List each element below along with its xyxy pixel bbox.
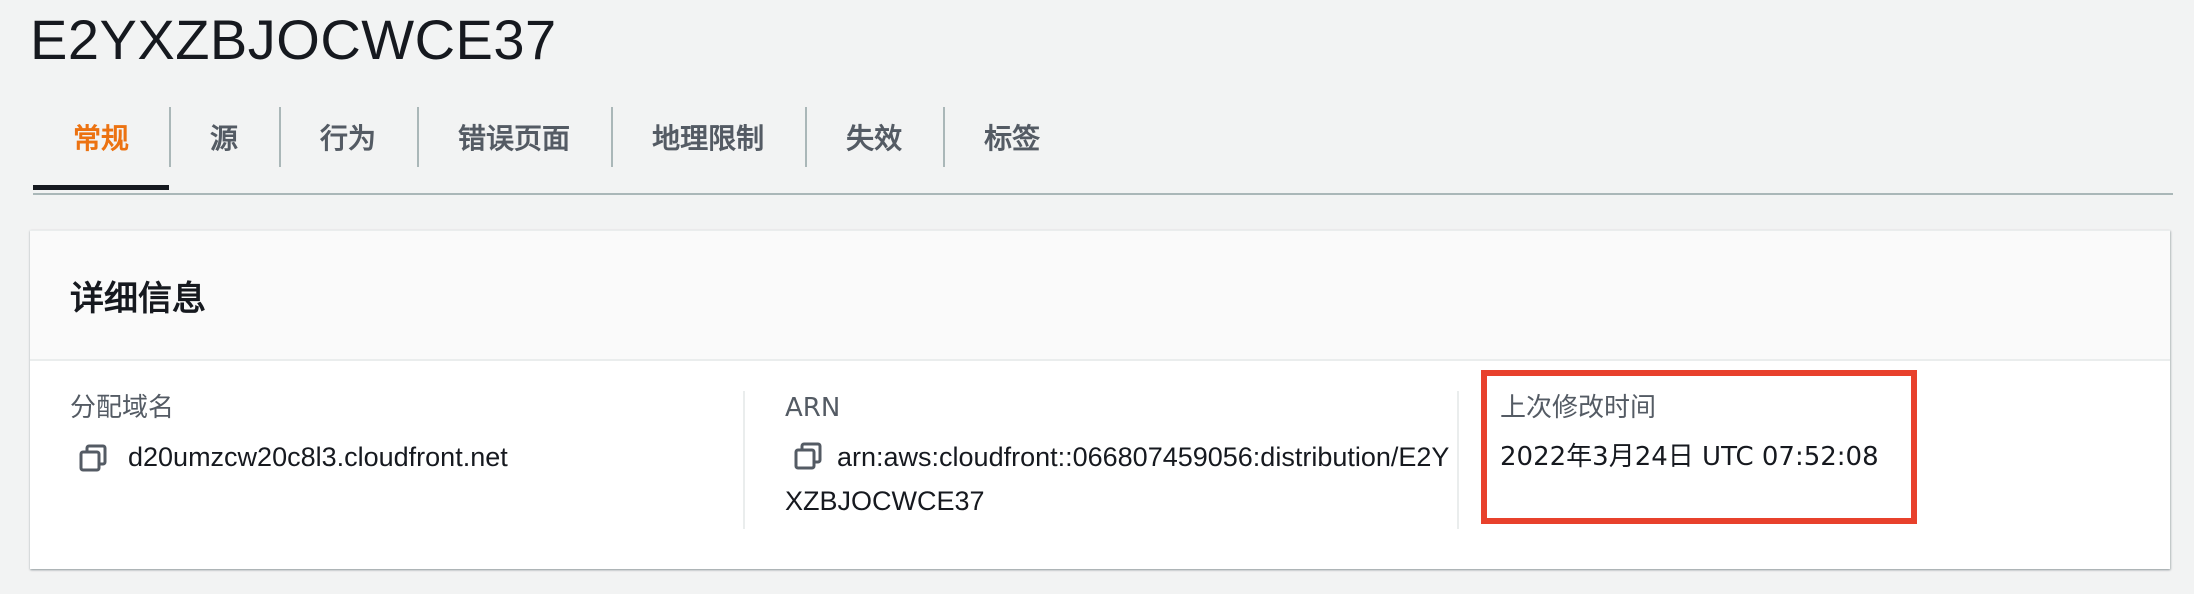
arn-label: ARN (785, 393, 841, 423)
tab-tags[interactable]: 标签 (943, 107, 1081, 167)
tab-behaviors[interactable]: 行为 (279, 107, 417, 167)
details-panel-title: 详细信息 (70, 278, 206, 319)
arn-field: ARN arn:aws:cloudfront::066807459056:dis… (785, 391, 1465, 523)
page-title: E2YXZBJOCWCE37 (30, 8, 557, 71)
tab-bar: 常规 源 行为 错误页面 地理限制 失效 标签 (33, 107, 2173, 195)
details-panel-header: 详细信息 (30, 231, 2170, 361)
tab-invalidations[interactable]: 失效 (805, 107, 943, 167)
column-divider (743, 391, 745, 529)
last-modified-label: 上次修改时间 (1500, 393, 1657, 423)
copy-icon[interactable] (793, 440, 823, 470)
tab-geo-restrictions[interactable]: 地理限制 (611, 107, 805, 167)
details-panel-body: 分配域名 d20umzcw20c8l3.cloudfront.net ARN a… (30, 361, 2170, 569)
arn-value: arn:aws:cloudfront::066807459056:distrib… (785, 442, 1450, 516)
arn-value-row: arn:aws:cloudfront::066807459056:distrib… (785, 435, 1465, 523)
copy-icon[interactable] (78, 442, 108, 472)
tab-general[interactable]: 常规 (33, 107, 170, 190)
domain-field: 分配域名 d20umzcw20c8l3.cloudfront.net (70, 391, 730, 479)
column-divider (1457, 391, 1459, 529)
domain-label: 分配域名 (70, 393, 175, 423)
tab-error-pages[interactable]: 错误页面 (417, 107, 611, 167)
tab-origins[interactable]: 源 (169, 107, 279, 167)
last-modified-value: 2022年3月24日 UTC 07:52:08 (1500, 442, 1879, 472)
last-modified-field: 上次修改时间 2022年3月24日 UTC 07:52:08 (1500, 391, 2140, 479)
domain-value-row: d20umzcw20c8l3.cloudfront.net (70, 435, 730, 479)
details-panel: 详细信息 分配域名 d20umzcw20c8l3.cloudfront.net … (30, 230, 2170, 569)
domain-value: d20umzcw20c8l3.cloudfront.net (128, 442, 508, 472)
